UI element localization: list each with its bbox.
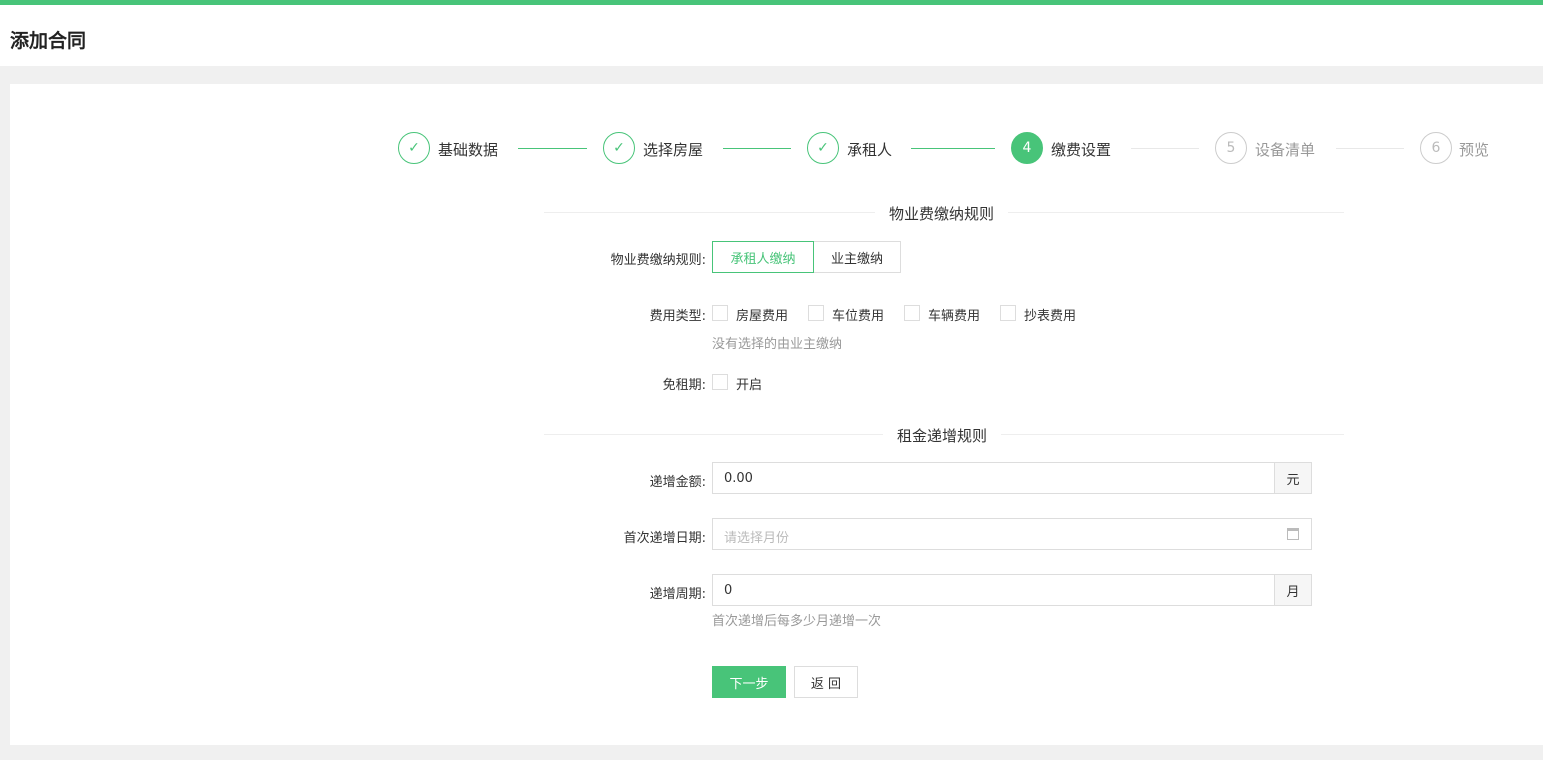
step-1-label: 基础数据 — [438, 141, 499, 159]
property-section-title: 物业费缴纳规则 — [875, 203, 1009, 224]
step-connector — [1131, 148, 1199, 149]
calendar-icon — [1287, 528, 1299, 540]
step-3-label: 承租人 — [847, 141, 893, 159]
first-date-label: 首次递增日期: — [623, 531, 706, 546]
step-4-number: 4 — [1011, 132, 1043, 164]
back-button[interactable]: 返 回 — [794, 666, 858, 698]
form-card — [10, 84, 1543, 745]
step-connector — [518, 148, 587, 149]
step-connector — [1336, 148, 1404, 149]
step-2-label: 选择房屋 — [643, 141, 704, 159]
fee-type-checkbox-meter[interactable] — [1000, 305, 1016, 321]
fee-type-parking-label: 车位费用 — [832, 309, 885, 324]
amount-input[interactable]: 0.00 元 — [712, 462, 1312, 494]
period-input[interactable]: 0 月 — [712, 574, 1312, 606]
step-connector — [911, 148, 995, 149]
period-unit: 月 — [1274, 575, 1311, 605]
page-title: 添加合同 — [10, 30, 87, 52]
free-period-label: 免租期: — [662, 378, 706, 393]
step-2-check-icon: ✓ — [603, 132, 635, 164]
step-4-label: 缴费设置 — [1051, 141, 1112, 159]
rule-label: 物业费缴纳规则: — [610, 253, 706, 268]
free-period-option-label: 开启 — [736, 378, 763, 393]
fee-type-checkbox-parking[interactable] — [808, 305, 824, 321]
fee-type-label: 费用类型: — [649, 309, 706, 324]
next-button[interactable]: 下一步 — [712, 666, 786, 698]
page-header — [0, 5, 1543, 66]
step-6-label: 预览 — [1459, 141, 1490, 159]
step-connector — [723, 148, 791, 149]
fee-type-meter-label: 抄表费用 — [1024, 309, 1077, 324]
fee-type-vehicle-label: 车辆费用 — [928, 309, 981, 324]
free-period-checkbox[interactable] — [712, 374, 728, 390]
amount-unit: 元 — [1274, 463, 1311, 493]
step-5-number: 5 — [1215, 132, 1247, 164]
rule-option-tenant[interactable]: 承租人缴纳 — [712, 241, 814, 273]
period-label: 递增周期: — [649, 587, 706, 602]
amount-value: 0.00 — [724, 471, 753, 486]
period-value: 0 — [724, 583, 733, 598]
step-5-label: 设备清单 — [1255, 141, 1316, 159]
step-6-number: 6 — [1420, 132, 1452, 164]
rent-section-title: 租金递增规则 — [883, 425, 1002, 446]
amount-label: 递增金额: — [649, 475, 706, 490]
first-date-picker[interactable]: 请选择月份 — [712, 518, 1312, 550]
fee-type-house-label: 房屋费用 — [736, 309, 789, 324]
fee-type-checkbox-house[interactable] — [712, 305, 728, 321]
step-3-check-icon: ✓ — [807, 132, 839, 164]
rule-option-owner[interactable]: 业主缴纳 — [814, 241, 901, 273]
step-1-check-icon: ✓ — [398, 132, 430, 164]
fee-type-checkbox-vehicle[interactable] — [904, 305, 920, 321]
fee-type-hint: 没有选择的由业主缴纳 — [712, 337, 843, 352]
period-hint: 首次递增后每多少月递增一次 — [712, 614, 882, 629]
first-date-placeholder: 请选择月份 — [724, 531, 790, 546]
